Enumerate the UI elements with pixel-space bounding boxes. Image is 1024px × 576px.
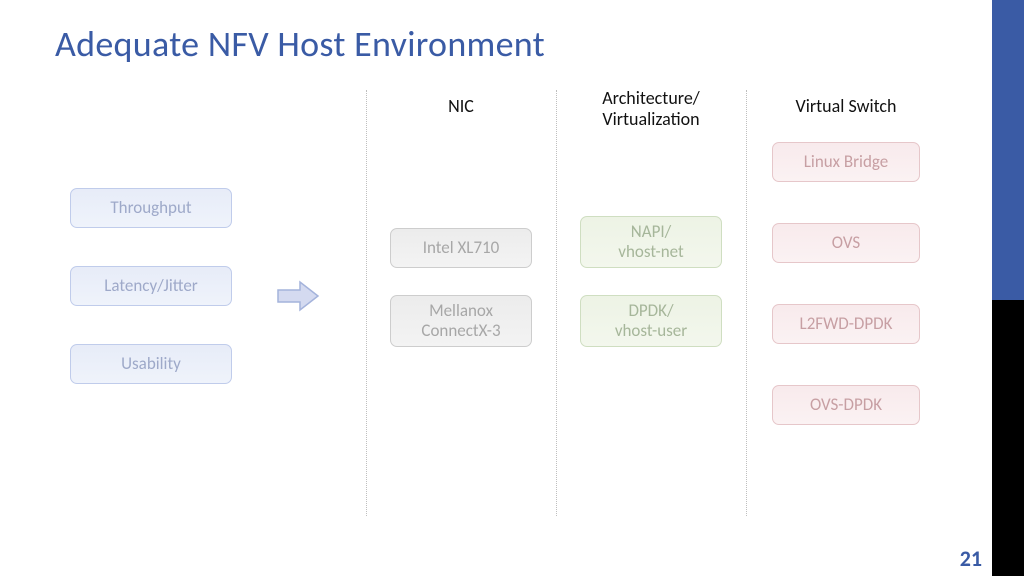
col-header-nic: NIC xyxy=(366,96,556,117)
accent-sidebar-top xyxy=(992,0,1024,300)
arrow-right-icon xyxy=(276,278,320,314)
slide-title: Adequate NFV Host Environment xyxy=(55,22,545,66)
divider-1 xyxy=(366,90,367,516)
accent-sidebar-bottom xyxy=(992,300,1024,576)
metric-throughput: Throughput xyxy=(70,188,232,228)
nic-intel-xl710: Intel XL710 xyxy=(390,228,532,268)
vswitch-ovs: OVS xyxy=(772,223,920,263)
vswitch-linux-bridge: Linux Bridge xyxy=(772,142,920,182)
col-header-arch: Architecture/ Virtualization xyxy=(556,88,746,129)
nic-mellanox-connectx3: Mellanox ConnectX-3 xyxy=(390,295,532,347)
vswitch-l2fwd-dpdk: L2FWD-DPDK xyxy=(772,304,920,344)
metric-latency: Latency/Jitter xyxy=(70,266,232,306)
accent-sidebar xyxy=(992,0,1024,576)
page-number: 21 xyxy=(960,545,982,572)
arch-dpdk-vhost-user: DPDK/ vhost-user xyxy=(580,295,722,347)
metric-usability: Usability xyxy=(70,344,232,384)
col-header-vswitch: Virtual Switch xyxy=(746,96,946,117)
diagram-area: NIC Architecture/ Virtualization Virtual… xyxy=(50,80,974,526)
divider-2 xyxy=(556,90,557,516)
divider-3 xyxy=(746,90,747,516)
vswitch-ovs-dpdk: OVS-DPDK xyxy=(772,385,920,425)
arch-napi-vhost-net: NAPI/ vhost-net xyxy=(580,216,722,268)
